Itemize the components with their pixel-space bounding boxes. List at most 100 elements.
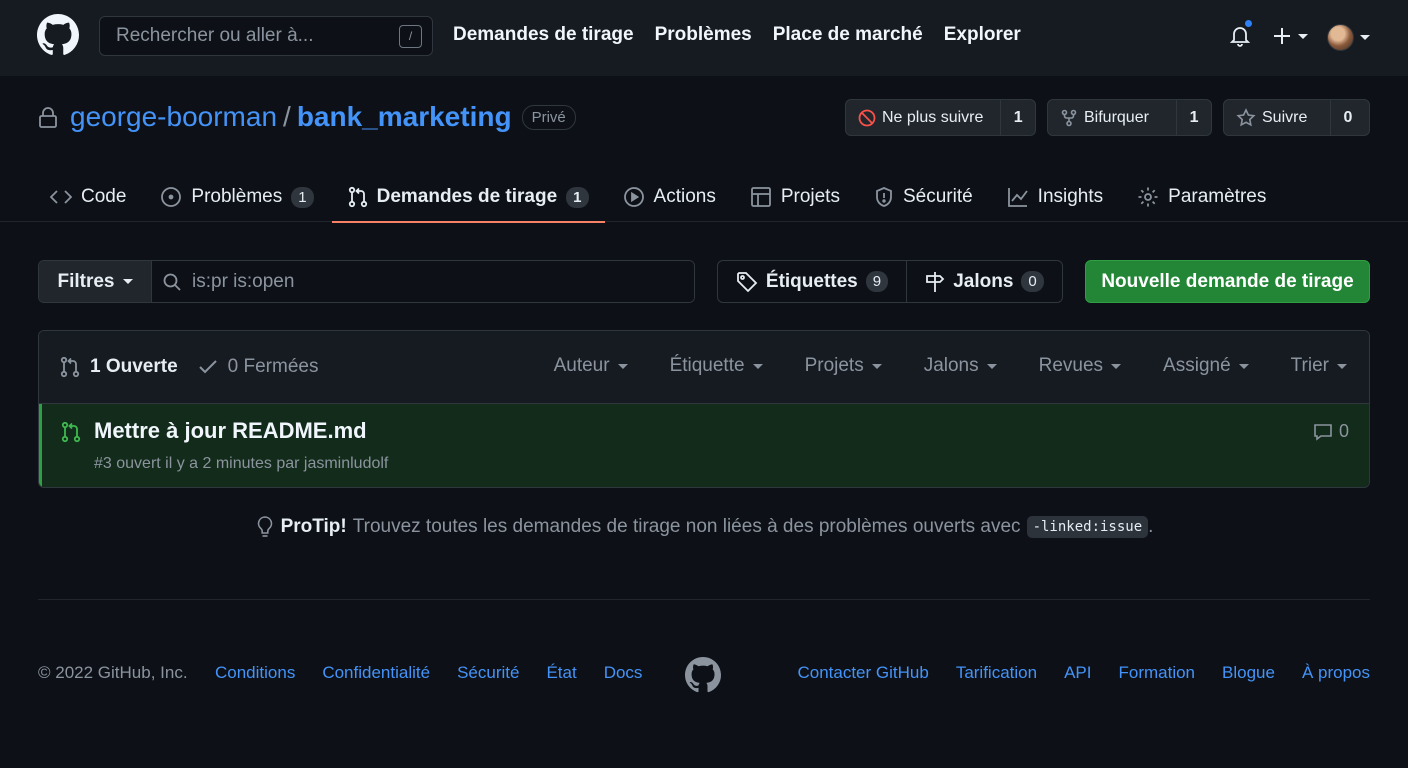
notifications-bell-icon[interactable] [1228, 18, 1254, 48]
nav-explore[interactable]: Explorer [944, 24, 1021, 46]
footer-link-security[interactable]: Sécurité [457, 663, 519, 683]
new-pull-request-button[interactable]: Nouvelle demande de tirage [1085, 260, 1370, 303]
footer-links-left: Conditions Confidentialité Sécurité État… [215, 663, 642, 683]
milestones-filter[interactable]: Jalons [924, 355, 997, 377]
pull-request-icon [348, 186, 367, 208]
footer-link-blog[interactable]: Blogue [1222, 663, 1275, 683]
nav-pull-requests[interactable]: Demandes de tirage [453, 24, 634, 46]
tab-insights[interactable]: Insights [1007, 172, 1103, 222]
footer: © 2022 GitHub, Inc. Conditions Confident… [38, 657, 1370, 693]
protip-lead: ProTip! [280, 516, 347, 537]
filter-label: Revues [1038, 355, 1104, 376]
fork-button[interactable]: Bifurquer [1048, 100, 1178, 135]
chevron-down-icon [752, 363, 763, 369]
labels-label: Étiquettes [765, 270, 858, 292]
chevron-down-icon [617, 363, 628, 369]
stars-count[interactable]: 0 [1331, 100, 1365, 135]
assignee-filter[interactable]: Assigné [1163, 355, 1249, 377]
global-search-input[interactable]: Rechercher ou aller à... / [99, 16, 433, 56]
repo-owner-link[interactable]: george-boorman [70, 101, 277, 133]
filter-label: Projets [804, 355, 864, 376]
chevron-down-icon [871, 363, 882, 369]
tab-issues[interactable]: Problèmes 1 [160, 172, 314, 222]
open-pull-request-icon [61, 421, 81, 443]
footer-link-privacy[interactable]: Confidentialité [322, 663, 430, 683]
tab-code[interactable]: Code [50, 172, 126, 222]
visibility-badge: Privé [521, 104, 576, 130]
chevron-down-icon [1111, 363, 1122, 369]
filter-label: Auteur [553, 355, 610, 376]
chevron-down-icon [1337, 363, 1347, 369]
watchers-count[interactable]: 1 [1001, 100, 1035, 135]
nav-issues[interactable]: Problèmes [655, 24, 752, 46]
sort-filter[interactable]: Trier [1291, 355, 1347, 377]
tab-actions[interactable]: Actions [623, 172, 716, 222]
chevron-down-icon [1298, 33, 1308, 39]
footer-links-right: Contacter GitHub Tarification API Format… [797, 663, 1370, 683]
footer-link-status[interactable]: État [546, 663, 576, 683]
filters-label: Filtres [57, 270, 115, 292]
projects-filter[interactable]: Projets [805, 355, 882, 377]
chevron-down-icon [1238, 363, 1249, 369]
tab-label: Actions [653, 186, 716, 207]
chevron-down-icon [122, 279, 133, 284]
tab-settings[interactable]: Paramètres [1137, 172, 1266, 222]
comments-link[interactable]: 0 [1313, 421, 1349, 442]
filter-search-input[interactable]: is:pr is:open [152, 261, 694, 302]
user-menu[interactable] [1327, 24, 1370, 51]
tab-pull-requests[interactable]: Demandes de tirage 1 [331, 172, 605, 223]
no-entry-icon [858, 109, 876, 126]
protip-code-link[interactable]: -linked:issue [1026, 516, 1149, 538]
list-header: 1 Ouverte 0 Fermées Auteur Étiquette Pro… [39, 331, 1369, 404]
tag-icon [736, 271, 758, 292]
repo-tabs: Code Problèmes 1 Demandes de tirage 1 Ac… [50, 172, 1300, 223]
star-button[interactable]: Suivre [1224, 100, 1331, 135]
tab-security[interactable]: Sécurité [874, 172, 973, 222]
filter-label: Assigné [1163, 355, 1231, 376]
milestones-label: Jalons [953, 270, 1014, 292]
fork-icon [1061, 109, 1077, 126]
footer-link-about[interactable]: À propos [1302, 663, 1370, 683]
chevron-down-icon [986, 363, 997, 369]
filters-dropdown-button[interactable]: Filtres [39, 261, 152, 302]
reviews-filter[interactable]: Revues [1038, 355, 1122, 377]
unwatch-button[interactable]: Ne plus suivre [846, 100, 1002, 135]
tab-label: Code [81, 186, 127, 207]
forks-count[interactable]: 1 [1177, 100, 1211, 135]
pull-request-meta: #3 ouvert il y a 2 minutes par jasminlud… [94, 455, 389, 472]
labels-counter: 9 [865, 271, 889, 292]
labels-button[interactable]: Étiquettes 9 [718, 261, 907, 302]
footer-link-terms[interactable]: Conditions [215, 663, 295, 683]
author-filter[interactable]: Auteur [554, 355, 628, 377]
footer-divider [38, 599, 1370, 600]
footer-link-pricing[interactable]: Tarification [956, 663, 1037, 683]
github-footer-logo-icon[interactable] [685, 657, 721, 693]
tab-projects[interactable]: Projets [750, 172, 840, 222]
slash-shortcut-badge: / [399, 24, 422, 48]
create-new-menu[interactable] [1272, 26, 1308, 46]
footer-link-api[interactable]: API [1064, 663, 1091, 683]
list-item[interactable]: Mettre à jour README.md #3 ouvert il y a… [39, 404, 1369, 487]
pull-request-list: 1 Ouverte 0 Fermées Auteur Étiquette Pro… [38, 330, 1370, 488]
pull-request-title-link[interactable]: Mettre à jour README.md [94, 418, 367, 444]
label-filter[interactable]: Étiquette [670, 355, 763, 377]
github-logo-icon[interactable] [37, 14, 79, 56]
check-icon [198, 360, 217, 374]
tab-counter: 1 [566, 186, 589, 208]
milestones-button[interactable]: Jalons 0 [907, 261, 1062, 302]
nav-marketplace[interactable]: Place de marché [773, 24, 923, 46]
filter-label: Étiquette [669, 355, 745, 376]
shield-icon [876, 187, 892, 207]
closed-filter-toggle[interactable]: 0 Fermées [198, 356, 318, 378]
tab-counter: 1 [291, 186, 314, 208]
issue-icon [161, 187, 182, 207]
footer-link-docs[interactable]: Docs [604, 663, 643, 683]
sort-filters: Auteur Étiquette Projets Jalons Revues A… [554, 355, 1347, 377]
repo-name-link[interactable]: bank_marketing [297, 101, 512, 133]
footer-link-contact[interactable]: Contacter GitHub [797, 663, 928, 683]
fork-button-group: Bifurquer 1 [1047, 99, 1212, 136]
open-filter-toggle[interactable]: 1 Ouverte [60, 356, 178, 378]
lock-icon [39, 107, 57, 128]
play-icon [623, 187, 644, 207]
footer-link-training[interactable]: Formation [1118, 663, 1195, 683]
